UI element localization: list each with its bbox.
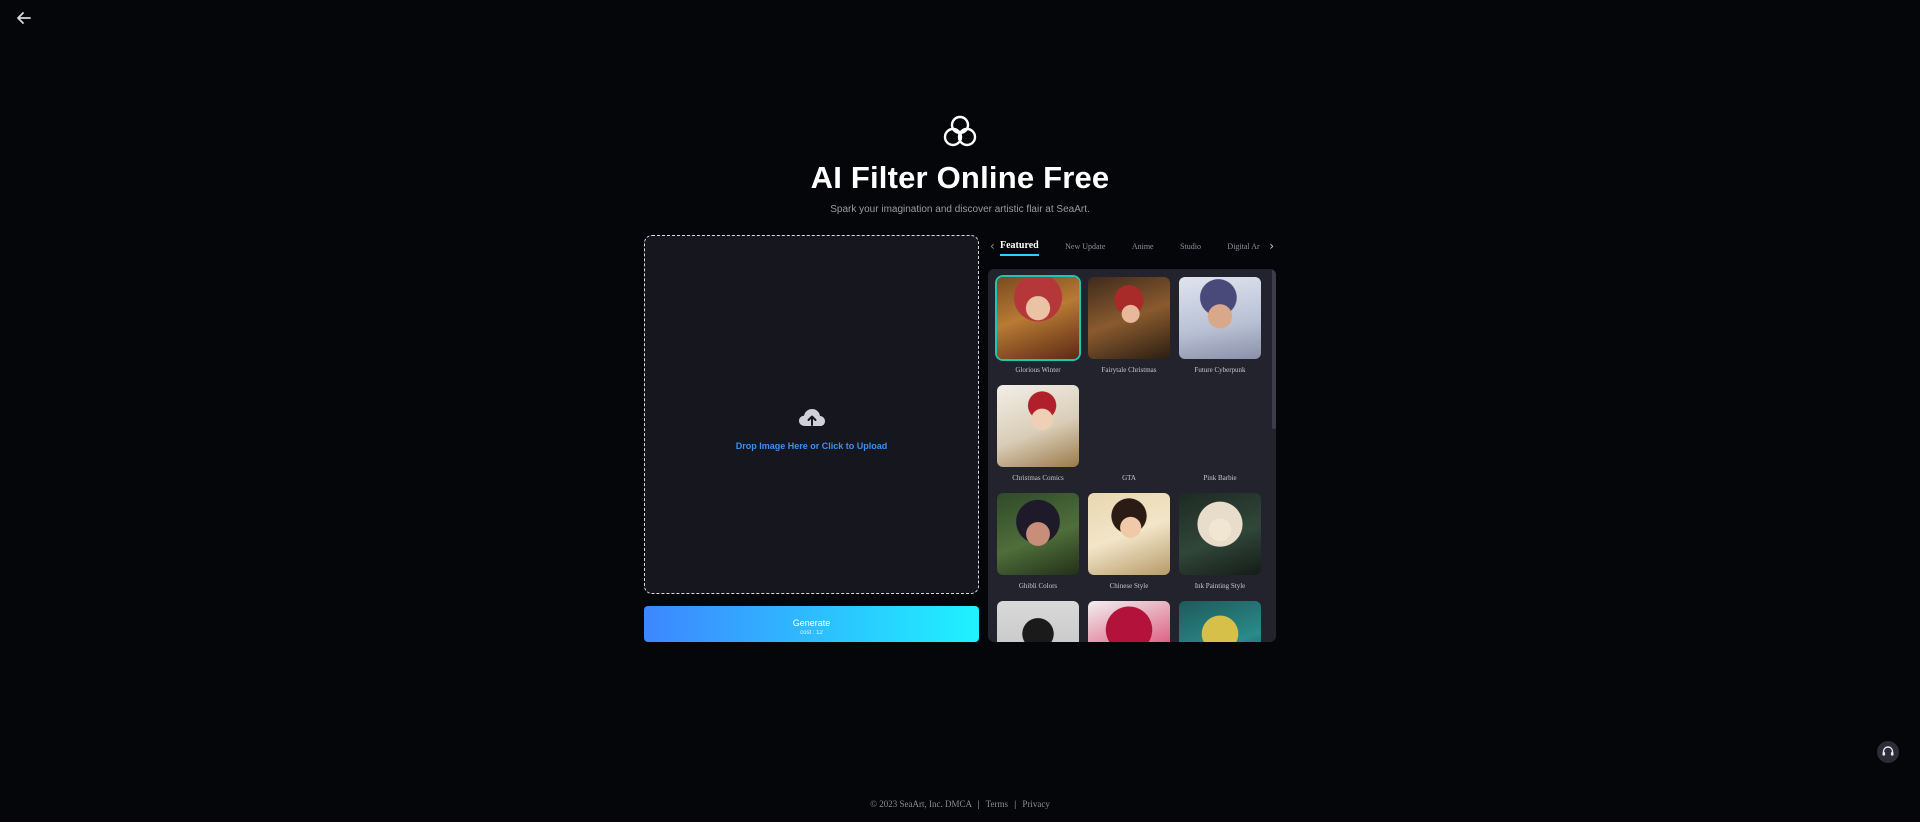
chevron-left-icon[interactable]: ‹ <box>990 239 995 253</box>
upload-instruction: Drop Image Here or Click to Upload <box>735 441 888 451</box>
filter-thumbnail <box>997 493 1079 575</box>
three-circles-logo-icon <box>943 115 977 147</box>
filter-thumbnail <box>1088 277 1170 359</box>
filter-card-future-cyberpunk[interactable]: Future Cyberpunk <box>1179 277 1261 385</box>
filter-thumbnail <box>997 385 1079 467</box>
arrow-left-icon <box>17 12 31 24</box>
filter-label: Christmas Comics <box>1012 474 1064 482</box>
upload-prompt: Drop Image Here or Click to Upload <box>645 406 978 454</box>
footer: © 2023 SeaArt, Inc. DMCA | Terms | Priva… <box>0 799 1920 809</box>
filter-label: Fairytale Christmas <box>1101 366 1157 374</box>
image-upload-dropzone[interactable]: Drop Image Here or Click to Upload <box>644 235 979 594</box>
footer-copyright: © 2023 SeaArt, Inc. DMCA <box>870 799 972 809</box>
filter-thumbnail <box>997 277 1079 359</box>
footer-divider: | <box>1014 799 1017 809</box>
filter-label: GTA <box>1122 474 1136 482</box>
generate-cost: cost : 12 <box>800 630 823 636</box>
filter-card-chinese-style[interactable]: Chinese Style <box>1088 493 1170 601</box>
footer-privacy-link[interactable]: Privacy <box>1022 799 1050 809</box>
filter-thumbnail <box>1088 601 1170 642</box>
back-button[interactable] <box>14 8 34 28</box>
filter-card-gta[interactable]: GTA <box>1088 385 1170 493</box>
filter-thumbnail <box>1179 385 1261 467</box>
hero-section: AI Filter Online Free Spark your imagina… <box>0 112 1920 215</box>
filter-card-ink-painting-style[interactable]: Ink Painting Style <box>1179 493 1261 601</box>
filter-label: Pink Barbie <box>1203 474 1237 482</box>
footer-terms-link[interactable]: Terms <box>986 799 1008 809</box>
filter-label: Ghibli Colors <box>1018 582 1058 590</box>
filter-card-fairytale-christmas[interactable]: Fairytale Christmas <box>1088 277 1170 385</box>
filter-label: Ink Painting Style <box>1194 582 1246 590</box>
filter-label: Chinese Style <box>1109 582 1149 590</box>
chevron-right-icon[interactable]: › <box>1269 239 1274 253</box>
page-title: AI Filter Online Free <box>810 160 1110 195</box>
cloud-upload-icon <box>798 409 825 426</box>
tab-featured[interactable]: Featured <box>1000 236 1039 256</box>
filter-card-pink-barbie[interactable]: Pink Barbie <box>1179 385 1261 493</box>
filter-thumbnail <box>1088 385 1170 467</box>
gallery-scrollbar[interactable] <box>1272 269 1276 429</box>
filter-category-tabs: ‹ Featured New Update Anime Studio Digit… <box>988 236 1276 260</box>
filter-gallery: Glorious Winter Fairytale Christmas Futu… <box>988 269 1276 642</box>
filter-thumbnail <box>997 601 1079 642</box>
filter-label: Glorious Winter <box>1015 366 1061 374</box>
filter-card-10[interactable] <box>997 601 1079 642</box>
filter-thumbnail <box>1179 493 1261 575</box>
page-subtitle: Spark your imagination and discover arti… <box>830 204 1090 215</box>
filter-grid: Glorious Winter Fairytale Christmas Futu… <box>997 277 1267 642</box>
generate-label: Generate <box>792 618 831 628</box>
tab-digital-art[interactable]: Digital Ar <box>1227 236 1259 251</box>
filter-thumbnail <box>1179 277 1261 359</box>
filter-card-11[interactable] <box>1088 601 1170 642</box>
filter-label: Future Cyberpunk <box>1194 366 1246 374</box>
tab-new-update[interactable]: New Update <box>1065 236 1105 251</box>
filter-thumbnail <box>1088 493 1170 575</box>
generate-button[interactable]: Generate cost : 12 <box>644 606 979 642</box>
support-button[interactable] <box>1877 741 1899 763</box>
tab-studio[interactable]: Studio <box>1180 236 1201 251</box>
footer-divider: | <box>977 799 980 809</box>
tab-anime[interactable]: Anime <box>1132 236 1154 251</box>
headset-support-icon <box>1882 746 1894 756</box>
filter-card-christmas-comics[interactable]: Christmas Comics <box>997 385 1079 493</box>
filter-card-glorious-winter[interactable]: Glorious Winter <box>997 277 1079 385</box>
filter-thumbnail <box>1179 601 1261 642</box>
tab-list: Featured New Update Anime Studio Digital… <box>1000 236 1262 260</box>
filter-card-ghibli-colors[interactable]: Ghibli Colors <box>997 493 1079 601</box>
filter-card-12[interactable] <box>1179 601 1261 642</box>
